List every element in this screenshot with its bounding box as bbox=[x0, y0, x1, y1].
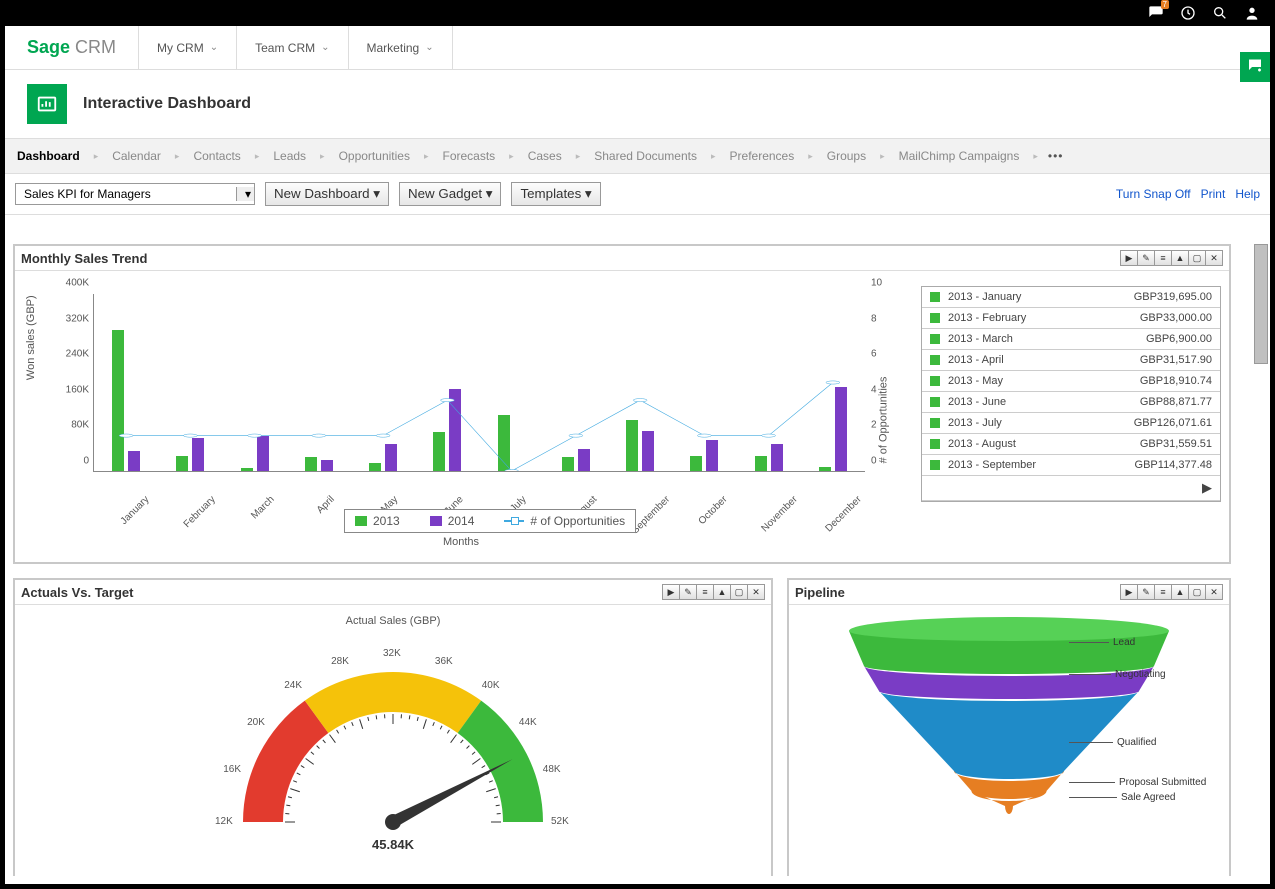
color-swatch bbox=[930, 355, 940, 365]
gadget-title: Actuals Vs. Target bbox=[21, 585, 133, 600]
table-row: 2013 - SeptemberGBP114,377.48 bbox=[922, 455, 1220, 476]
chevron-down-icon: ⌄ bbox=[210, 42, 218, 53]
search-icon[interactable] bbox=[1211, 4, 1229, 22]
close-icon[interactable]: ✕ bbox=[1205, 250, 1223, 266]
y2-axis-label: # of Opportunities bbox=[878, 377, 890, 464]
menu-icon[interactable]: ≡ bbox=[1154, 250, 1172, 266]
new-gadget-button[interactable]: New Gadget ▾ bbox=[399, 182, 502, 206]
pipeline-gadget: Pipeline ▶✎≡▲▢✕ Lead Negotiating Qualified… bbox=[787, 578, 1231, 876]
tab-forecasts[interactable]: Forecasts bbox=[438, 145, 499, 167]
dashboard-select-value: Sales KPI for Managers bbox=[16, 187, 236, 201]
tab-calendar[interactable]: Calendar bbox=[108, 145, 165, 167]
tab-preferences[interactable]: Preferences bbox=[726, 145, 799, 167]
tab-dashboard[interactable]: Dashboard bbox=[13, 145, 84, 167]
color-swatch bbox=[930, 292, 940, 302]
quick-add-button[interactable] bbox=[1240, 52, 1270, 82]
chevron-down-icon[interactable]: ▾ bbox=[236, 187, 254, 201]
color-swatch bbox=[930, 439, 940, 449]
tab-groups[interactable]: Groups bbox=[823, 145, 870, 167]
maximize-icon[interactable]: ▢ bbox=[1188, 250, 1206, 266]
collapse-icon[interactable]: ▲ bbox=[1171, 584, 1189, 600]
tab-cases[interactable]: Cases bbox=[524, 145, 566, 167]
help-link[interactable]: Help bbox=[1235, 187, 1260, 201]
tab-shared-documents[interactable]: Shared Documents bbox=[590, 145, 701, 167]
gauge-value: 45.84K bbox=[15, 837, 771, 852]
funnel-label: Lead bbox=[1069, 637, 1135, 648]
notification-badge: 7 bbox=[1161, 0, 1169, 9]
gadget-title: Pipeline bbox=[795, 585, 845, 600]
color-swatch bbox=[930, 418, 940, 428]
table-row: 2013 - AugustGBP31,559.51 bbox=[922, 434, 1220, 455]
maximize-icon[interactable]: ▢ bbox=[1188, 584, 1206, 600]
templates-button[interactable]: Templates ▾ bbox=[511, 182, 600, 206]
color-swatch bbox=[930, 460, 940, 470]
chart-legend: 20132014# of Opportunities bbox=[344, 509, 636, 533]
actuals-vs-target-gadget: Actuals Vs. Target ▶✎≡▲▢✕ Actual Sales (… bbox=[13, 578, 773, 876]
close-icon[interactable]: ✕ bbox=[1205, 584, 1223, 600]
table-row: 2013 - MarchGBP6,900.00 bbox=[922, 329, 1220, 350]
dashboard-icon bbox=[27, 84, 67, 124]
table-row: 2013 - JanuaryGBP319,695.00 bbox=[922, 287, 1220, 308]
collapse-icon[interactable]: ▲ bbox=[1171, 250, 1189, 266]
new-dashboard-button[interactable]: New Dashboard ▾ bbox=[265, 182, 389, 206]
menu-icon[interactable]: ≡ bbox=[696, 584, 714, 600]
table-next-button[interactable]: ▶ bbox=[922, 476, 1220, 501]
tab-mailchimp-campaigns[interactable]: MailChimp Campaigns bbox=[895, 145, 1024, 167]
tabs-more-icon[interactable]: ••• bbox=[1048, 149, 1064, 163]
table-row: 2013 - JuneGBP88,871.77 bbox=[922, 392, 1220, 413]
scrollbar-thumb[interactable] bbox=[1254, 244, 1268, 364]
table-row: 2013 - FebruaryGBP33,000.00 bbox=[922, 308, 1220, 329]
play-icon[interactable]: ▶ bbox=[1120, 584, 1138, 600]
play-icon[interactable]: ▶ bbox=[662, 584, 680, 600]
menu-team-crm[interactable]: Team CRM⌄ bbox=[237, 26, 348, 69]
brand-logo: Sage CRM bbox=[5, 37, 138, 58]
tab-leads[interactable]: Leads bbox=[269, 145, 310, 167]
table-row: 2013 - MayGBP18,910.74 bbox=[922, 371, 1220, 392]
turn-snap-off-link[interactable]: Turn Snap Off bbox=[1116, 187, 1191, 201]
gauge-title: Actual Sales (GBP) bbox=[15, 605, 771, 627]
menu-marketing[interactable]: Marketing⌄ bbox=[349, 26, 453, 69]
chevron-down-icon: ⌄ bbox=[425, 42, 433, 53]
user-icon[interactable] bbox=[1243, 4, 1261, 22]
gauge-chart: 12K16K20K24K28K32K36K40K44K48K52K bbox=[208, 637, 578, 837]
color-swatch bbox=[930, 334, 940, 344]
edit-icon[interactable]: ✎ bbox=[1137, 584, 1155, 600]
funnel-label: Qualified bbox=[1069, 737, 1156, 748]
table-row: 2013 - AprilGBP31,517.90 bbox=[922, 350, 1220, 371]
dashboard-select[interactable]: Sales KPI for Managers ▾ bbox=[15, 183, 255, 205]
menu-my-crm[interactable]: My CRM⌄ bbox=[138, 26, 237, 69]
funnel-label: Negotiating bbox=[1069, 669, 1166, 680]
play-icon[interactable]: ▶ bbox=[1120, 250, 1138, 266]
print-link[interactable]: Print bbox=[1201, 187, 1226, 201]
x-axis-label: Months bbox=[443, 536, 479, 548]
tab-opportunities[interactable]: Opportunities bbox=[335, 145, 414, 167]
y-axis-label: Won sales (GBP) bbox=[25, 295, 37, 380]
funnel-chart: Lead Negotiating Qualified Proposal Submitt… bbox=[789, 611, 1229, 841]
color-swatch bbox=[930, 376, 940, 386]
edit-icon[interactable]: ✎ bbox=[1137, 250, 1155, 266]
monthly-sales-trend-gadget: Monthly Sales Trend ▶✎≡▲▢✕ Won sales (GB… bbox=[13, 244, 1231, 564]
table-row: 2013 - JulyGBP126,071.61 bbox=[922, 413, 1220, 434]
chevron-down-icon: ⌄ bbox=[321, 42, 329, 53]
monthly-data-table: 2013 - JanuaryGBP319,695.002013 - Februa… bbox=[921, 286, 1221, 502]
page-title: Interactive Dashboard bbox=[83, 95, 251, 113]
funnel-label: Proposal Submitted bbox=[1069, 777, 1206, 788]
gadget-title: Monthly Sales Trend bbox=[21, 251, 147, 266]
tab-contacts[interactable]: Contacts bbox=[189, 145, 244, 167]
history-icon[interactable] bbox=[1179, 4, 1197, 22]
notification-icon[interactable]: 7 bbox=[1147, 4, 1165, 22]
color-swatch bbox=[930, 313, 940, 323]
color-swatch bbox=[930, 397, 940, 407]
maximize-icon[interactable]: ▢ bbox=[730, 584, 748, 600]
edit-icon[interactable]: ✎ bbox=[679, 584, 697, 600]
menu-icon[interactable]: ≡ bbox=[1154, 584, 1172, 600]
collapse-icon[interactable]: ▲ bbox=[713, 584, 731, 600]
close-icon[interactable]: ✕ bbox=[747, 584, 765, 600]
funnel-label: Sale Agreed bbox=[1069, 792, 1176, 803]
